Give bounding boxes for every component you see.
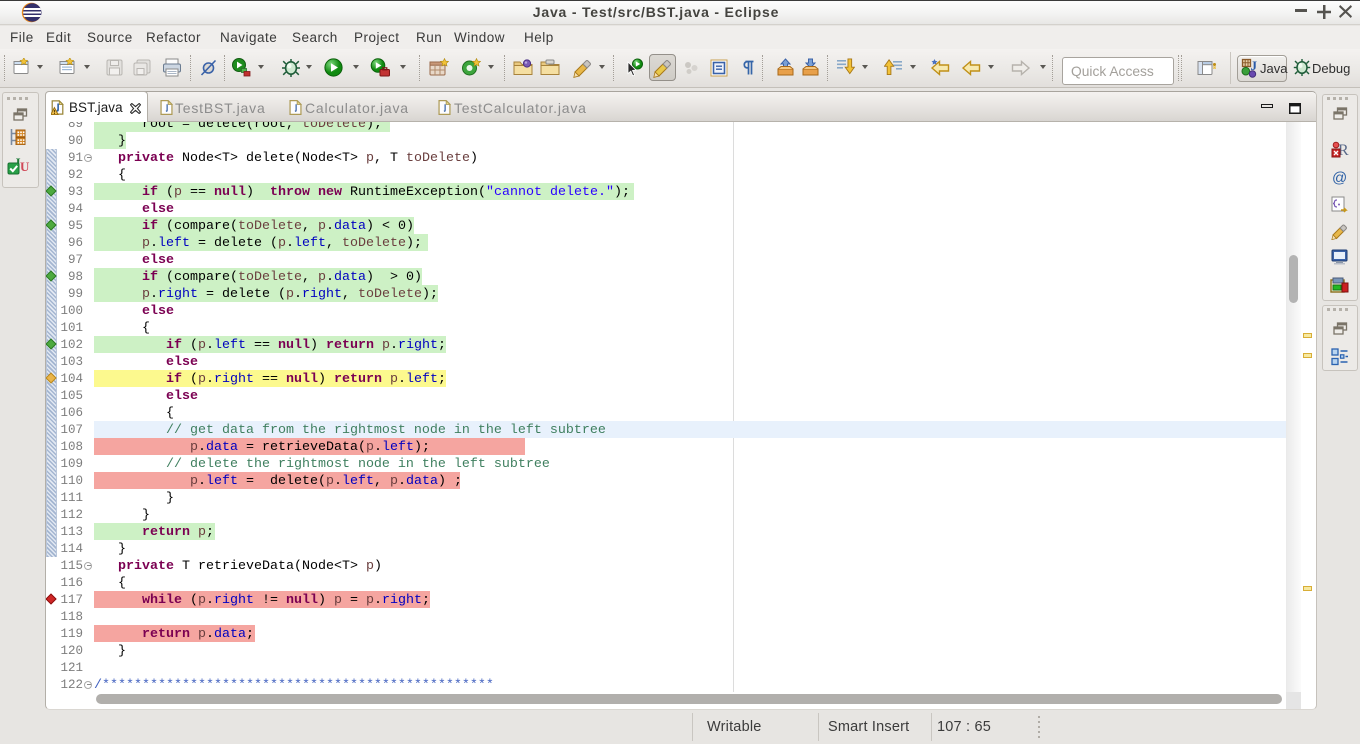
svg-text:@: @ — [1332, 170, 1347, 187]
svg-text:J: J — [1251, 58, 1258, 73]
svg-text:U: U — [20, 159, 30, 174]
